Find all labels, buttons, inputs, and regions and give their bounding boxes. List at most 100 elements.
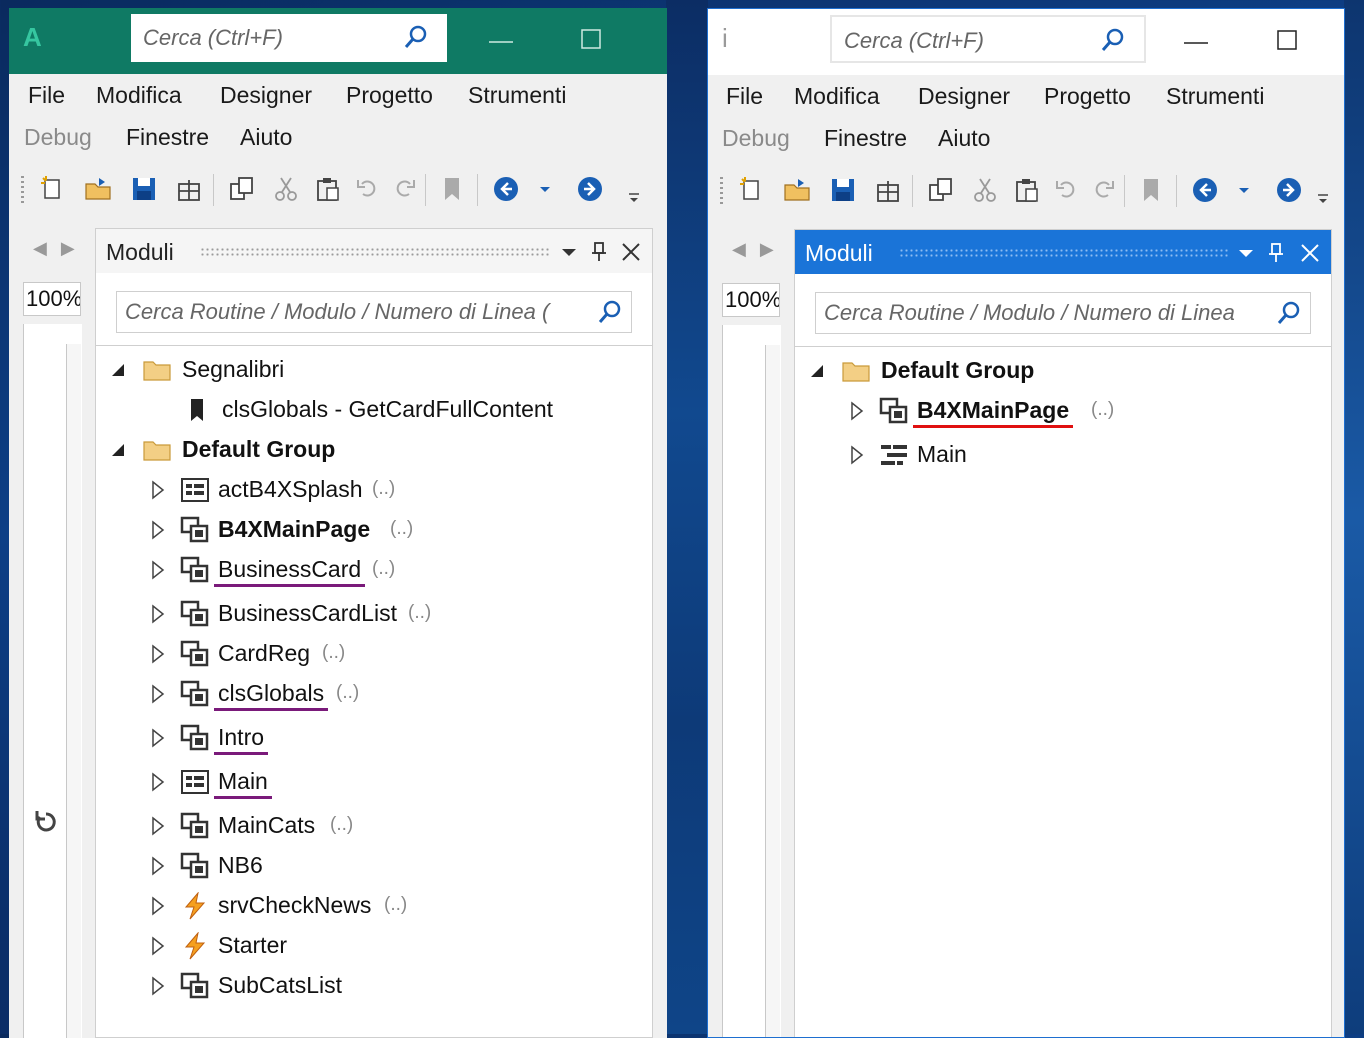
chevron-down-icon[interactable]	[1236, 175, 1252, 205]
paste-icon[interactable]	[313, 174, 343, 204]
expand-arrow-icon[interactable]	[150, 976, 166, 996]
bookmark-toolbar-icon[interactable]	[437, 174, 467, 204]
tab-nav-arrows[interactable]: ◀▶	[732, 239, 788, 260]
menu-designer[interactable]: Designer	[220, 82, 312, 109]
tree-item-clsglobals[interactable]: clsGlobals (..)	[150, 678, 630, 714]
tree-item-starter[interactable]: Starter	[150, 930, 630, 966]
open-folder-icon[interactable]	[83, 174, 113, 204]
chevron-down-icon[interactable]	[558, 241, 580, 263]
undo-icon[interactable]	[1052, 175, 1082, 205]
new-file-icon[interactable]	[37, 174, 67, 204]
tree-item-businesscard[interactable]: BusinessCard (..)	[150, 554, 630, 590]
tree-item-main[interactable]: Main	[849, 439, 1309, 475]
tab-nav-arrows[interactable]: ◀▶	[33, 238, 89, 259]
toolbar-grip[interactable]	[720, 177, 723, 205]
global-search-input[interactable]	[844, 27, 1094, 55]
refresh-icon[interactable]	[32, 808, 60, 836]
menu-aiuto[interactable]: Aiuto	[938, 125, 990, 152]
minimize-icon[interactable]	[1178, 23, 1214, 59]
menu-finestre[interactable]: Finestre	[824, 125, 907, 152]
tree-item-maincats[interactable]: MainCats (..)	[150, 810, 630, 846]
tree-item-subcatslist[interactable]: SubCatsList	[150, 970, 630, 1006]
new-file-icon[interactable]	[736, 175, 766, 205]
save-icon[interactable]	[828, 175, 858, 205]
navigate-forward-icon[interactable]	[1274, 175, 1304, 205]
expand-arrow-icon[interactable]	[150, 936, 166, 956]
collapse-arrow-icon[interactable]	[809, 361, 825, 381]
tree-group-segnalibri[interactable]: Segnalibri	[110, 354, 630, 390]
cut-icon[interactable]	[271, 174, 301, 204]
tree-item-cardreg[interactable]: CardReg (..)	[150, 638, 630, 674]
modules-panel-header[interactable]: Moduli	[96, 229, 652, 273]
expand-arrow-icon[interactable]	[150, 896, 166, 916]
search-icon[interactable]	[1100, 27, 1126, 53]
redo-icon[interactable]	[1088, 175, 1118, 205]
navigate-back-icon[interactable]	[1190, 175, 1220, 205]
save-icon[interactable]	[129, 174, 159, 204]
minimize-icon[interactable]	[483, 22, 519, 58]
undo-icon[interactable]	[353, 174, 383, 204]
menu-strumenti[interactable]: Strumenti	[468, 82, 566, 109]
copy-icon[interactable]	[227, 174, 257, 204]
module-search-box[interactable]	[116, 291, 632, 333]
cut-icon[interactable]	[970, 175, 1000, 205]
tree-item[interactable]: clsGlobals - GetCardFullContent	[150, 394, 630, 430]
menu-modifica[interactable]: Modifica	[96, 82, 182, 109]
tree-group-default[interactable]: Default Group	[110, 434, 630, 470]
zoom-level[interactable]: 100%	[23, 282, 81, 316]
expand-arrow-icon[interactable]	[150, 520, 166, 540]
menu-progetto[interactable]: Progetto	[346, 82, 433, 109]
collapse-arrow-icon[interactable]	[110, 440, 126, 460]
editor-scrollbar[interactable]	[66, 344, 81, 1038]
expand-arrow-icon[interactable]	[150, 772, 166, 792]
paste-icon[interactable]	[1012, 175, 1042, 205]
module-search-box[interactable]	[815, 292, 1311, 334]
expand-arrow-icon[interactable]	[150, 856, 166, 876]
expand-arrow-icon[interactable]	[150, 604, 166, 624]
tree-item-nb6[interactable]: NB6	[150, 850, 630, 886]
tree-item-srvchecknews[interactable]: srvCheckNews (..)	[150, 890, 630, 926]
navigate-back-icon[interactable]	[491, 174, 521, 204]
module-search-input[interactable]	[824, 299, 1264, 327]
collapse-arrow-icon[interactable]	[110, 360, 126, 380]
tree-item-main[interactable]: Main	[150, 766, 630, 802]
modules-panel-header[interactable]: Moduli	[795, 230, 1331, 274]
close-icon[interactable]	[620, 241, 642, 263]
tree-item-actb4xsplash[interactable]: actB4XSplash (..)	[150, 474, 630, 510]
menu-finestre[interactable]: Finestre	[126, 124, 209, 151]
menu-progetto[interactable]: Progetto	[1044, 83, 1131, 110]
close-icon[interactable]	[1299, 242, 1321, 264]
global-search-input[interactable]	[143, 24, 393, 52]
expand-arrow-icon[interactable]	[849, 445, 865, 465]
tree-group-default[interactable]: Default Group	[809, 355, 1309, 391]
menu-file[interactable]: File	[28, 82, 65, 109]
toolbar-overflow-icon[interactable]	[625, 174, 643, 204]
menu-strumenti[interactable]: Strumenti	[1166, 83, 1264, 110]
search-icon[interactable]	[1276, 300, 1302, 326]
expand-arrow-icon[interactable]	[150, 560, 166, 580]
global-search-box[interactable]	[131, 14, 447, 62]
expand-arrow-icon[interactable]	[849, 401, 865, 421]
maximize-icon[interactable]	[1270, 23, 1306, 59]
bookmark-toolbar-icon[interactable]	[1136, 175, 1166, 205]
tree-item-b4xmainpage[interactable]: B4XMainPage (..)	[150, 514, 630, 550]
expand-arrow-icon[interactable]	[150, 684, 166, 704]
redo-icon[interactable]	[389, 174, 419, 204]
expand-arrow-icon[interactable]	[150, 644, 166, 664]
menu-file[interactable]: File	[726, 83, 763, 110]
search-icon[interactable]	[403, 24, 429, 50]
menu-modifica[interactable]: Modifica	[794, 83, 880, 110]
zoom-level[interactable]: 100%	[722, 283, 780, 317]
chevron-down-icon[interactable]	[537, 174, 553, 204]
pin-icon[interactable]	[588, 241, 610, 263]
expand-arrow-icon[interactable]	[150, 728, 166, 748]
global-search-box[interactable]	[830, 15, 1146, 63]
toolbar-overflow-icon[interactable]	[1314, 175, 1332, 205]
editor-scrollbar[interactable]	[765, 345, 780, 1037]
open-folder-icon[interactable]	[782, 175, 812, 205]
tree-item-businesscardlist[interactable]: BusinessCardList (..)	[150, 598, 630, 634]
package-icon[interactable]	[873, 175, 903, 205]
menu-debug[interactable]: Debug	[722, 125, 790, 152]
chevron-down-icon[interactable]	[1235, 242, 1257, 264]
tree-item-intro[interactable]: Intro	[150, 722, 630, 758]
